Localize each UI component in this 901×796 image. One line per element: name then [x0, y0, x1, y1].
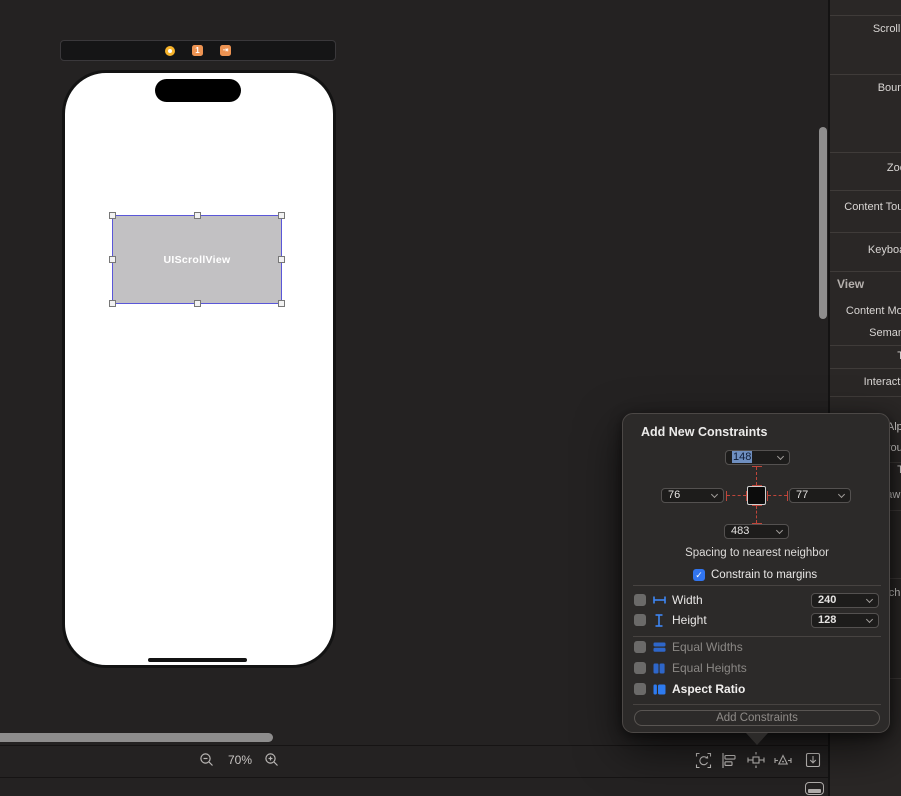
inspector-label-scrolling: Scrolling — [872, 23, 901, 35]
inspector-label-keyboard: Keyboard — [867, 244, 901, 256]
left-constraint-connector[interactable] — [726, 490, 747, 501]
width-row: Width — [634, 593, 703, 607]
inspector-label-interaction: Interaction — [863, 376, 901, 388]
iphone-preview[interactable] — [62, 70, 336, 668]
popover-arrow — [746, 733, 768, 745]
uiscrollview-element[interactable]: UIScrollView — [109, 212, 285, 307]
embed-button[interactable] — [804, 751, 822, 769]
width-label: Width — [672, 593, 703, 607]
home-indicator — [148, 658, 247, 662]
height-checkbox[interactable] — [634, 614, 646, 626]
align-button[interactable] — [720, 751, 738, 769]
zoom-level[interactable]: 70% — [222, 753, 258, 767]
aspect-ratio-label: Aspect Ratio — [672, 682, 746, 696]
equal-widths-checkbox[interactable] — [634, 641, 646, 653]
resize-handle-ne[interactable] — [278, 212, 285, 219]
device-bezel-toggle[interactable] — [805, 782, 824, 795]
horizontal-scrollbar[interactable] — [0, 733, 273, 742]
top-constraint-connector[interactable] — [751, 466, 762, 486]
inspector-label-semantic: Semantic — [869, 327, 901, 339]
resize-handle-w[interactable] — [109, 256, 116, 263]
align-icon — [722, 752, 736, 768]
zoom-in-icon — [265, 753, 278, 766]
top-spacing-field[interactable]: 148 — [725, 450, 790, 465]
resize-handle-se[interactable] — [278, 300, 285, 307]
height-row: Height — [634, 613, 707, 627]
constrain-to-margins-checkbox[interactable]: ✓ — [693, 569, 705, 581]
resize-handle-e[interactable] — [278, 256, 285, 263]
inspector-label-content-mode: Content Mode — [845, 305, 901, 317]
width-icon — [652, 594, 666, 607]
resize-handle-n[interactable] — [194, 212, 201, 219]
status-bar-divider — [0, 777, 829, 778]
uiscrollview-label: UIScrollView — [163, 253, 231, 266]
resolve-issues-button[interactable] — [774, 751, 792, 769]
inspector-label-tag: Tag — [897, 350, 901, 362]
add-constraints-button[interactable] — [747, 751, 765, 769]
dynamic-island — [155, 79, 241, 102]
xcode-interface-builder: 1 ⇥ UIScrollView 70% Scroll Boun Zo Cont… — [0, 0, 901, 796]
chevron-down-icon — [776, 452, 785, 461]
equal-widths-row: Equal Widths — [634, 640, 743, 654]
add-constraints-icon — [747, 752, 765, 768]
inspector-section-view: View — [837, 277, 865, 291]
width-checkbox[interactable] — [634, 594, 646, 606]
inspector-label-tint: Tint — [897, 464, 901, 476]
resize-handle-sw[interactable] — [109, 300, 116, 307]
chevron-down-icon — [865, 595, 874, 604]
embed-icon — [805, 752, 821, 768]
resize-handle-nw[interactable] — [109, 212, 116, 219]
bottom-bar-divider — [0, 745, 829, 746]
equal-heights-icon — [652, 662, 666, 675]
add-new-constraints-popover: Add New Constraints 148 76 77 483 Spacin… — [622, 413, 890, 745]
constrain-to-margins-row: ✓ Constrain to margins — [693, 568, 817, 582]
popover-title: Add New Constraints — [641, 425, 768, 439]
equal-heights-checkbox[interactable] — [634, 662, 646, 674]
equal-heights-label: Equal Heights — [672, 661, 747, 675]
inspector-label-content-touch: Content Touch — [844, 201, 901, 213]
update-frames-icon — [695, 752, 711, 768]
chevron-down-icon — [837, 490, 846, 499]
chevron-down-icon — [775, 526, 784, 535]
right-spacing-field[interactable]: 77 — [789, 488, 851, 503]
aspect-ratio-checkbox[interactable] — [634, 683, 646, 695]
equal-heights-row: Equal Heights — [634, 661, 747, 675]
width-value-field[interactable]: 240 — [811, 593, 879, 608]
add-constraints-confirm-button[interactable]: Add Constraints — [634, 710, 880, 726]
equal-widths-label: Equal Widths — [672, 640, 743, 654]
height-icon — [652, 613, 666, 627]
height-value-field[interactable]: 128 — [811, 613, 879, 628]
left-spacing-field[interactable]: 76 — [661, 488, 724, 503]
bottom-constraint-connector[interactable] — [751, 505, 762, 524]
zoom-out-icon — [200, 753, 213, 766]
spacing-caption: Spacing to nearest neighbor — [685, 547, 829, 559]
update-frames-button[interactable] — [694, 751, 712, 769]
vertical-scrollbar[interactable] — [819, 127, 827, 319]
resize-handle-s[interactable] — [194, 300, 201, 307]
zoom-out-button[interactable] — [198, 751, 216, 769]
chevron-down-icon — [710, 490, 719, 499]
scene-dock: 1 ⇥ — [60, 40, 336, 61]
constraint-anchor-square — [747, 486, 766, 505]
aspect-ratio-row: Aspect Ratio — [634, 682, 745, 696]
aspect-ratio-icon — [652, 683, 666, 696]
right-constraint-connector[interactable] — [767, 490, 788, 501]
zoom-in-button[interactable] — [263, 751, 281, 769]
chevron-down-icon — [865, 615, 874, 624]
first-responder-icon[interactable]: 1 — [192, 45, 203, 56]
view-controller-icon[interactable] — [165, 45, 175, 56]
equal-widths-icon — [652, 641, 666, 654]
resolve-issues-icon — [774, 753, 792, 765]
bottom-spacing-field[interactable]: 483 — [724, 524, 789, 539]
height-label: Height — [672, 613, 707, 627]
inspector-label-bounce: Bounce — [877, 82, 901, 94]
exit-segue-icon[interactable]: ⇥ — [220, 45, 231, 56]
inspector-label-zoom: Zoom — [886, 162, 901, 174]
constrain-to-margins-label: Constrain to margins — [711, 569, 818, 581]
